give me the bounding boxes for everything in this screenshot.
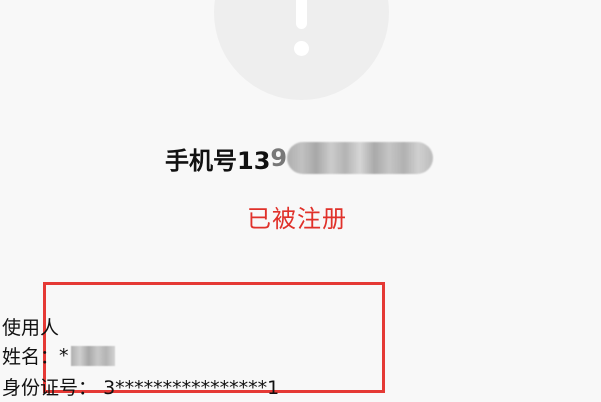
phone-number-line: 手机号13 9 <box>165 138 434 178</box>
phone-number-mask <box>287 142 434 174</box>
id-value: 3****************1 <box>103 377 280 399</box>
id-label: 身份证号： <box>2 377 98 399</box>
alert-circle-icon <box>214 0 389 100</box>
exclamation-bar <box>296 0 307 29</box>
registration-warning-page: 手机号13 9 已被注册 使用人 姓名： * 身份证号： 3**********… <box>0 0 601 402</box>
user-info-title: 使用人 <box>2 317 60 339</box>
phone-label: 手机号13 <box>165 146 271 175</box>
phone-visible-digit: 9 <box>270 144 288 172</box>
id-number-line: 身份证号： 3****************1 <box>2 373 279 400</box>
name-mask <box>70 345 115 366</box>
name-label: 姓名： <box>2 346 60 368</box>
status-registered-text: 已被注册 <box>247 205 347 233</box>
user-name-line: 姓名： * <box>2 342 115 369</box>
exclamation-icon <box>293 0 310 63</box>
exclamation-dot <box>294 41 309 56</box>
name-value: * <box>59 344 69 367</box>
